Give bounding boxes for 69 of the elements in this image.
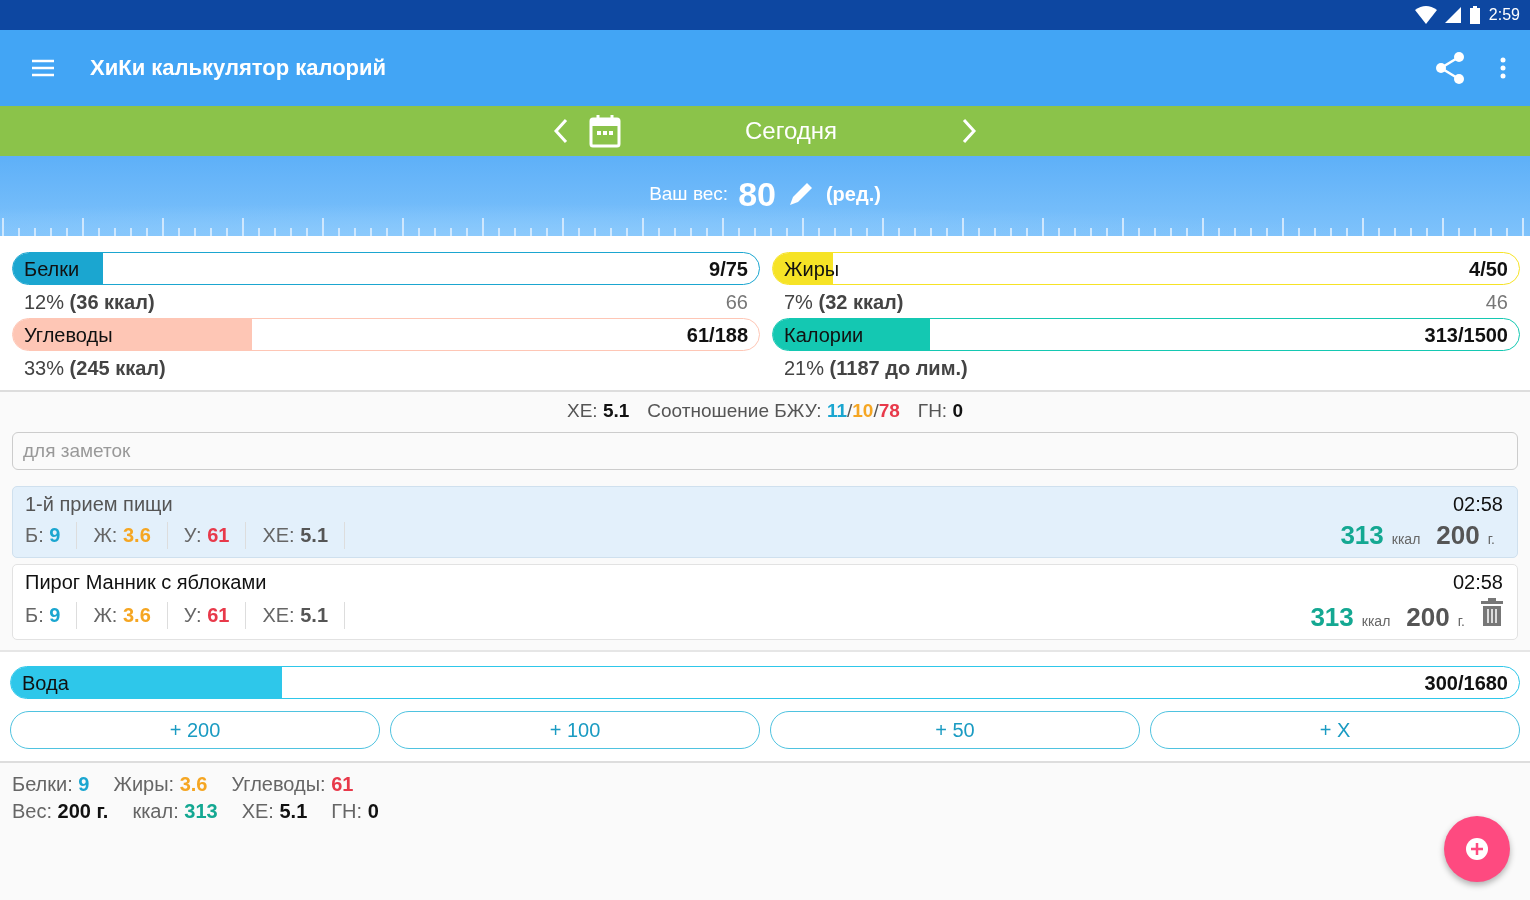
bar-value: 9/75 [709,258,748,281]
kcal-unit: ккал [1391,531,1421,547]
entry-time: 02:58 [1452,571,1503,594]
calendar-icon[interactable] [589,114,621,148]
weight-amount: 200 [1406,602,1450,633]
chevron-left-icon[interactable] [553,118,569,144]
xe-summary: ХЕ: 5.1 [567,400,630,422]
total-stat: ккал: 313 [132,800,218,823]
nutrient-stat: Ж: 3.6 [77,522,168,549]
entry-title: Пирог Манник с яблоками [25,571,267,594]
status-time: 2:59 [1488,6,1520,24]
gn-summary: ГН: 0 [917,400,963,422]
entry-time: 02:58 [1452,493,1503,516]
chevron-right-icon[interactable] [961,118,977,144]
date-label: Сегодня [744,117,838,145]
entry-title: 1-й прием пищи [25,493,173,516]
more-icon[interactable] [1500,57,1506,79]
kcal-value: 313 [1340,520,1384,551]
bar-label: Вода [22,672,69,695]
add-water-button[interactable]: + 50 [770,711,1140,749]
add-water-button[interactable]: + 200 [10,711,380,749]
trash-icon[interactable] [1481,598,1503,626]
macro-note: 33% (245 ккал) [24,357,166,380]
meal-card[interactable]: 1-й прием пищи 02:58 Б: 9 Ж: 3.6 У: 61 ХЕ: 5.1 313 ккал 200 г. [12,486,1518,558]
weight-unit: г. [1457,613,1465,629]
total-stat: Углеводы: 61 [231,773,354,796]
kcal-unit: ккал [1361,613,1391,629]
food-card[interactable]: Пирог Манник с яблоками 02:58 Б: 9 Ж: 3.6 У: 61 ХЕ: 5.1 313 ккал 200 г. [12,564,1518,640]
nutrient-stat: У: 61 [167,522,247,549]
macro-note: 12% (36 ккал) [24,291,155,314]
total-stat: Жиры: 3.6 [113,773,208,796]
nutrient-stat: У: 61 [167,602,247,629]
app-title: ХиКи калькулятор калорий [90,55,388,81]
bar-value: 300/1680 [1424,672,1508,695]
nutrient-stat: Б: 9 [25,522,78,549]
notes-field[interactable]: для заметок [12,432,1518,470]
bar-label: Углеводы [24,324,113,347]
battery-icon [1468,6,1481,24]
macro-note: 21% (1187 до лим.) [784,357,968,380]
add-water-button[interactable]: + X [1150,711,1520,749]
share-icon[interactable] [1434,51,1466,85]
nutrient-stat: Ж: 3.6 [77,602,168,629]
menu-icon[interactable] [30,58,56,78]
total-stat: Вес: 200 г. [12,800,109,823]
macro-note: 7% (32 ккал) [784,291,904,314]
bar-label: Белки [24,258,80,281]
total-stat: Белки: 9 [12,773,90,796]
edit-link[interactable]: (ред.) [825,182,881,206]
bar-label: Калории [784,324,864,347]
weight-unit: г. [1487,531,1495,547]
weight-value: 80 [738,174,776,214]
nutrient-stat: ХЕ: 5.1 [246,522,346,549]
kcal-value: 313 [1310,602,1354,633]
weight-label: Ваш вес: [649,183,729,205]
bar-value: 61/188 [686,324,748,347]
wifi-icon [1414,6,1437,24]
signal-icon [1444,7,1461,23]
bar-value: 313/1500 [1424,324,1508,347]
add-water-button[interactable]: + 100 [390,711,760,749]
total-stat: ГН: 0 [331,800,379,823]
bar-value: 4/50 [1469,258,1508,281]
macro-remaining: 66 [725,291,748,314]
plus-icon [1465,837,1489,861]
ratio-summary: Соотношение БЖУ: 11/10/78 [647,400,900,422]
nutrient-stat: ХЕ: 5.1 [246,602,346,629]
weight-amount: 200 [1436,520,1480,551]
macro-remaining: 46 [1485,291,1508,314]
nutrient-stat: Б: 9 [25,602,78,629]
total-stat: ХЕ: 5.1 [241,800,308,823]
